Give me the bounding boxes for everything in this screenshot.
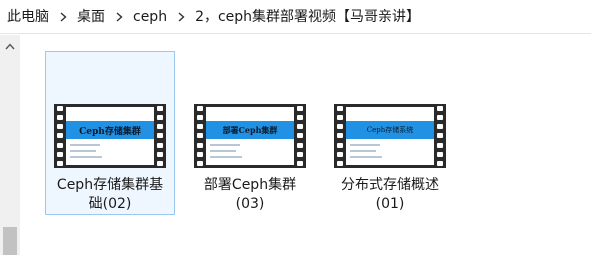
film-strip-holes <box>155 106 165 166</box>
thumbnail-title: 部署Ceph集群 <box>206 121 294 139</box>
chevron-up-icon[interactable] <box>0 35 20 57</box>
video-thumbnail: 部署Ceph集群 <box>194 104 306 168</box>
address-bar[interactable]: 此电脑 桌面 ceph 2，ceph集群部署视频【马哥亲讲】 <box>0 0 591 34</box>
file-name: 部署Ceph集群 (03) <box>203 177 297 212</box>
breadcrumb-desktop[interactable]: 桌面 <box>74 5 108 29</box>
thumbnail-frame: Ceph存储集群 <box>66 107 154 165</box>
chevron-right-icon[interactable] <box>52 11 74 22</box>
breadcrumb-this-pc[interactable]: 此电脑 <box>4 5 52 29</box>
film-strip-holes <box>335 106 345 166</box>
thumbnail-frame: Ceph存储系统 <box>346 107 434 165</box>
film-strip-holes <box>55 106 65 166</box>
thumbnail-frame: 部署Ceph集群 <box>206 107 294 165</box>
vertical-scrollbar[interactable] <box>0 35 20 255</box>
film-strip-holes <box>195 106 205 166</box>
file-item-ceph-storage-basics[interactable]: Ceph存储集群 Ceph存储集群基 础(02) <box>45 51 175 215</box>
film-strip-holes <box>435 106 445 166</box>
chevron-right-icon[interactable] <box>170 11 192 22</box>
video-thumbnail: Ceph存储集群 <box>54 104 166 168</box>
chevron-right-icon[interactable] <box>108 11 130 22</box>
file-item-deploy-ceph-cluster[interactable]: 部署Ceph集群 部署Ceph集群 (03) <box>185 51 315 215</box>
video-thumbnail: Ceph存储系统 <box>334 104 446 168</box>
scrollbar-thumb[interactable] <box>3 227 17 255</box>
film-strip-holes <box>295 106 305 166</box>
file-name: 分布式存储概述 (01) <box>341 177 439 212</box>
breadcrumb-current-folder[interactable]: 2，ceph集群部署视频【马哥亲讲】 <box>192 5 423 29</box>
thumbnail-title: Ceph存储系统 <box>346 121 434 139</box>
file-item-distributed-storage-overview[interactable]: Ceph存储系统 分布式存储概述 (01) <box>325 51 455 215</box>
breadcrumb-ceph[interactable]: ceph <box>130 5 170 29</box>
file-name: Ceph存储集群基 础(02) <box>56 177 164 212</box>
file-list: Ceph存储集群 Ceph存储集群基 础(02) 部署Ceph集群 部署Ceph… <box>20 35 591 255</box>
thumbnail-title: Ceph存储集群 <box>66 121 154 139</box>
